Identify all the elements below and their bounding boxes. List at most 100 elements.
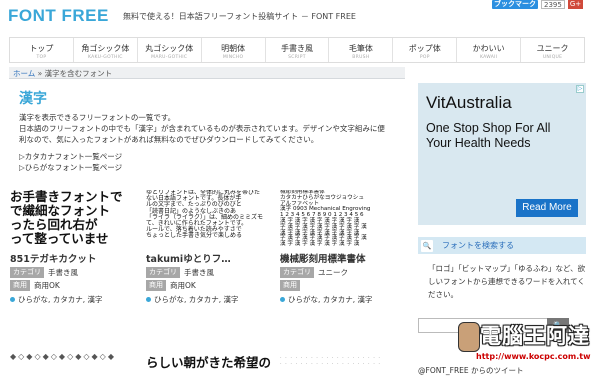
ad-choices-icon[interactable]: ▷ [576, 85, 584, 93]
sample-dots: · · · · · · · · · · · · · · · · · · · · [280, 361, 381, 367]
nav-sublabel: SCRIPT [288, 55, 306, 60]
chars-row: ひらがな, カタカナ, 漢字 [146, 294, 276, 305]
commercial-tag: 商用 [146, 280, 166, 291]
bullet-icon [10, 297, 15, 302]
font-sample-image[interactable]: 械彫刻用標準書体 カタカナひらがなヨウジョウシュ アルファベット 漢字 0903… [280, 190, 410, 248]
main-nav: トップ TOP 角ゴシック体 KAKU-GOTHIC 丸ゴシック体 MARU-GOTH… [9, 37, 585, 63]
commercial-row: 商用 [280, 280, 410, 291]
font-sample-image[interactable]: · · · · · · · · · · · · · · · · · · · · … [280, 355, 408, 376]
nav-sublabel: TOP [36, 55, 47, 60]
commercial-tag: 商用 [10, 280, 30, 291]
gplus-button[interactable]: G+ [567, 0, 584, 9]
sample-line: で繊細なフォント [10, 203, 111, 218]
category-row: カテゴリ 手書き風 [10, 267, 140, 278]
font-sample-image[interactable]: ◆◇◆◇◆◇◆◇◆◇◆◇◆ [10, 352, 138, 376]
font-name[interactable]: 851テガキカクット [10, 251, 140, 265]
category-tag: カテゴリ [280, 267, 314, 278]
mascot-icon [458, 322, 480, 352]
category-row: カテゴリ 手書き風 [146, 267, 276, 278]
category-intro: 漢字 漢字を表示できるフリーフォントの一覧です。 日本語のフリーフォントの中でも… [9, 80, 405, 184]
chars-value: ひらがな, カタカナ, 漢字 [18, 295, 103, 304]
commercial-tag: 商用 [280, 280, 300, 291]
nav-sublabel: BRUSH [352, 55, 370, 60]
breadcrumb-home[interactable]: ホーム [13, 69, 35, 78]
bullet-icon [280, 297, 285, 302]
commercial-value: 商用OK [34, 281, 60, 290]
nav-item-script[interactable]: 手書き風 SCRIPT [266, 38, 330, 62]
commercial-row: 商用 商用OK [10, 280, 140, 291]
hiragana-list-link[interactable]: ▷ひらがなフォント一覧ページ [19, 162, 395, 173]
breadcrumb-current: 漢字を含むフォント [44, 69, 113, 78]
intro-line: 日本語のフリーフォントの中でも「漢字」が含まれているものが表示されています。デザ… [19, 124, 385, 133]
header-bar: FONT FREE 無料で使える！日本語フリーフォント投稿サイト － FONT … [0, 0, 602, 30]
category-tag: カテゴリ [146, 267, 180, 278]
nav-sublabel: KAWAII [479, 55, 498, 60]
nav-label: 手書き風 [281, 44, 313, 53]
hatena-count: 2395 [541, 0, 565, 9]
font-sample-image[interactable]: お手書きフォントで で繊細なフォント ったら回れ右が って整っていませ [10, 190, 140, 248]
category-tag: カテゴリ [10, 267, 44, 278]
nav-item-kawaii[interactable]: かわいい KAWAII [457, 38, 522, 62]
hatena-bookmark-button[interactable]: ブックマーク [492, 0, 538, 9]
nav-item-brush[interactable]: 毛筆体 BRUSH [329, 38, 394, 62]
sidebar-search-hint: 「ロゴ」「ビットマップ」「ゆるふわ」など、欲しいフォントから連想できるワードを入… [428, 264, 586, 299]
nav-label: ユニーク [536, 44, 569, 53]
watermark: 電腦王阿達 http://www.kocpc.com.tw [458, 316, 602, 368]
font-card[interactable]: お手書きフォントで で繊細なフォント ったら回れ右が って整っていませ 851テ… [10, 190, 140, 340]
chars-row: ひらがな, カタカナ, 漢字 [10, 294, 140, 305]
ad-body: One Stop Shop For All Your Health Needs [426, 121, 551, 150]
nav-sublabel: POP [419, 55, 430, 60]
nav-item-mincho[interactable]: 明朝体 MINCHO [202, 38, 266, 62]
nav-label: 角ゴシック体 [81, 44, 130, 53]
chars-value: ひらがな, カタカナ, 漢字 [288, 295, 373, 304]
font-sample-image[interactable]: らしい朝がきた希望の [146, 352, 274, 376]
sample-line: って整っていませ [10, 231, 109, 246]
chars-row: ひらがな, カタカナ, 漢字 [280, 294, 410, 305]
breadcrumb: ホーム » 漢字を含むフォント [9, 67, 405, 79]
nav-label: ポップ体 [408, 44, 441, 53]
search-icon: 🔍 [421, 240, 433, 252]
font-card[interactable]: ゆとりフォントは、全体的に丸みを帯びた ない日本語フォントです。長体が手 ルの文… [146, 190, 276, 340]
sample-line: らしい朝がきた希望の [146, 355, 272, 370]
sample-line: お手書きフォントで [10, 190, 123, 204]
sample-line: 漢 字 漢 字 漢 字 漢 字 漢 字 漢 [280, 241, 360, 248]
advertisement[interactable]: ▷ VitAustralia One Stop Shop For All You… [418, 83, 586, 225]
nav-sublabel: UNIQUE [542, 55, 563, 60]
nav-label: かわいい [472, 44, 505, 53]
sample-line: ちょっとした手書き気分で楽しめる [146, 232, 243, 240]
bullet-icon [146, 297, 151, 302]
font-name[interactable]: takumiゆとりフ… [146, 251, 276, 265]
katakana-list-link[interactable]: ▷カタカナフォント一覧ページ [19, 151, 395, 162]
ad-read-more-button[interactable]: Read More [516, 199, 578, 217]
nav-label: 丸ゴシック体 [145, 44, 194, 53]
category-value[interactable]: 手書き風 [48, 267, 78, 278]
font-name[interactable]: 機械彫刻用標準書体 [280, 251, 410, 265]
commercial-value: 商用OK [170, 281, 196, 290]
nav-item-maru-gothic[interactable]: 丸ゴシック体 MARU-GOTHIC [138, 38, 202, 62]
nav-item-pop[interactable]: ポップ体 POP [393, 38, 458, 62]
page-title: 漢字 [19, 91, 47, 107]
site-logo[interactable]: FONT FREE [8, 6, 109, 26]
sample-dots: ◆◇◆◇◆◇◆◇◆◇◆◇◆ [10, 352, 116, 361]
nav-label: 明朝体 [221, 44, 246, 53]
nav-item-kaku-gothic[interactable]: 角ゴシック体 KAKU-GOTHIC [74, 38, 138, 62]
watermark-url: http://www.kocpc.com.tw [476, 352, 591, 361]
nav-item-top[interactable]: トップ TOP [10, 38, 74, 62]
font-sample-image[interactable]: ゆとりフォントは、全体的に丸みを帯びた ない日本語フォントです。長体が手 ルの文… [146, 190, 276, 248]
site-tagline: 無料で使える！日本語フリーフォント投稿サイト － FONT FREE [123, 12, 356, 21]
nav-sublabel: MARU-GOTHIC [151, 55, 188, 60]
intro-line: 漢字を表示できるフリーフォントの一覧です。 [19, 113, 176, 122]
font-card[interactable]: 械彫刻用標準書体 カタカナひらがなヨウジョウシュ アルファベット 漢字 0903… [280, 190, 410, 340]
category-value[interactable]: ユニーク [318, 267, 348, 278]
sidebar-search-title: フォントを検索する [442, 241, 514, 250]
ad-title: VitAustralia [426, 93, 512, 112]
chars-value: ひらがな, カタカナ, 漢字 [154, 295, 239, 304]
social-buttons: ブックマーク 2395 G+ [492, 0, 584, 9]
category-row: カテゴリ ユニーク [280, 267, 410, 278]
category-value[interactable]: 手書き風 [184, 267, 214, 278]
nav-label: 毛筆体 [348, 44, 373, 53]
intro-line: 利なので、気に入ったフォントがあれば無料なのでぜひダウンロードしてみてください。 [19, 135, 319, 144]
watermark-text: 電腦王阿達 [480, 324, 590, 348]
commercial-row: 商用 商用OK [146, 280, 276, 291]
nav-item-unique[interactable]: ユニーク UNIQUE [521, 38, 584, 62]
